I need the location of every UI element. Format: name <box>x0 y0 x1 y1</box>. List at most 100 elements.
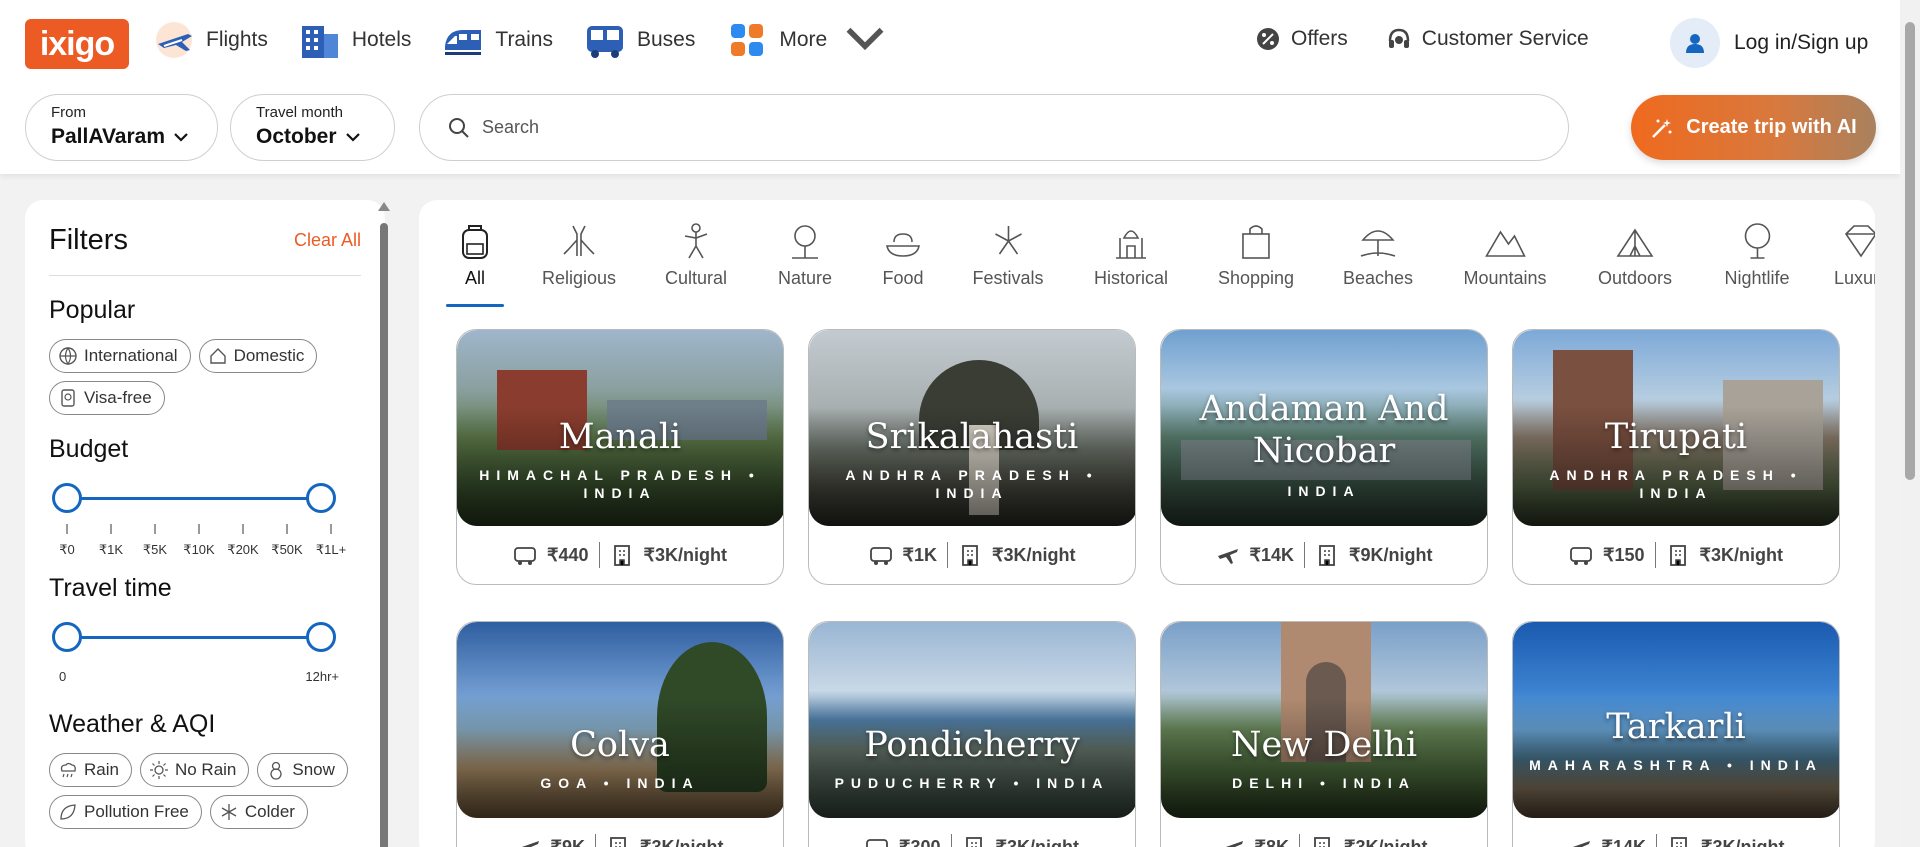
search-input[interactable] <box>482 117 1482 138</box>
from-selector[interactable]: From PallAVaram <box>25 94 218 161</box>
tab-luxury[interactable]: Luxury <box>1834 220 1875 289</box>
snowflake-icon <box>221 804 237 820</box>
travel-price: ₹1K <box>902 544 937 565</box>
tab-food[interactable]: Food <box>882 220 924 289</box>
budget-slider[interactable] <box>49 478 339 518</box>
hotel-icon <box>301 26 338 58</box>
tab-mountains[interactable]: Mountains <box>1463 220 1547 289</box>
travel-time-slider[interactable] <box>49 617 339 657</box>
travel-month-selector[interactable]: Travel month October <box>230 94 395 161</box>
tab-label: All <box>464 268 485 288</box>
train-icon <box>445 30 482 55</box>
chip-visa-free[interactable]: Visa-free <box>49 381 165 415</box>
destination-name: Andaman And Nicobar <box>1199 389 1449 471</box>
stay-price: ₹9K/night <box>1349 544 1433 565</box>
tab-label: Food <box>882 268 924 288</box>
tab-label: Beaches <box>1342 268 1414 288</box>
tab-cultural[interactable]: Cultural <box>665 220 727 289</box>
chevron-down-icon <box>843 18 887 63</box>
offers-icon <box>1257 28 1279 50</box>
hotel-icon <box>613 545 630 566</box>
nav-flights-label: Flights <box>206 28 268 51</box>
create-trip-ai-label: Create trip with AI <box>1686 116 1857 138</box>
ixigo-logo[interactable]: ixigo <box>25 19 129 69</box>
destination-card[interactable]: Andaman And Nicobar INDIA ₹14K ₹9K/night <box>1160 329 1488 585</box>
tab-label: Cultural <box>664 268 728 288</box>
stay-price: ₹3K/night <box>1701 836 1785 847</box>
tab-festivals[interactable]: Festivals <box>972 220 1044 289</box>
login-button[interactable]: Log in/Sign up <box>1670 18 1868 68</box>
chip-label: Rain <box>84 760 119 779</box>
chip-international[interactable]: International <box>49 339 191 373</box>
budget-tick-label: ₹1L+ <box>315 542 347 557</box>
travel-time-max-handle[interactable] <box>306 622 336 652</box>
nav-flights[interactable]: Flights <box>152 20 268 60</box>
destination-card[interactable]: Srikalahasti ANDHRA PRADESH • INDIA ₹1K … <box>808 329 1136 585</box>
budget-track <box>67 497 321 500</box>
food-icon <box>886 233 920 257</box>
nav-more[interactable]: More <box>725 20 887 60</box>
destination-card[interactable]: Tirupati ANDHRA PRADESH • INDIA ₹150 ₹3K… <box>1512 329 1840 585</box>
destination-card[interactable]: Pondicherry PUDUCHERRY • INDIA ₹300 ₹3K/… <box>808 621 1136 847</box>
travel-time-max-label: 12hr+ <box>305 669 339 684</box>
tab-nightlife[interactable]: Nightlife <box>1724 220 1790 289</box>
travel-price: ₹8K <box>1254 836 1289 847</box>
tab-label: Luxury <box>1833 268 1875 288</box>
dancer-icon <box>684 223 708 259</box>
destination-card[interactable]: New Delhi DELHI • INDIA ₹8K ₹3K/night <box>1160 621 1488 847</box>
grid-icon <box>731 24 764 56</box>
chip-rain[interactable]: Rain <box>49 753 132 787</box>
top-header: ixigo Flights Hotels Trains Buses More O… <box>0 0 1900 174</box>
globe-icon <box>59 347 77 366</box>
destination-name: Colva <box>570 725 670 765</box>
tab-shopping[interactable]: Shopping <box>1218 220 1294 289</box>
right-nav: Offers Customer Service <box>1255 26 1627 52</box>
hotel-icon <box>1319 545 1335 566</box>
destination-card[interactable]: Colva GOA • INDIA ₹9K ₹3K/night <box>456 621 784 847</box>
from-value: PallAVaram <box>51 125 166 148</box>
tab-label: Shopping <box>1217 268 1295 288</box>
tab-outdoors[interactable]: Outdoors <box>1598 220 1672 289</box>
passport-icon <box>61 389 75 407</box>
stay-price: ₹3K/night <box>640 836 724 847</box>
destination-region: DELHI • INDIA <box>1232 775 1416 791</box>
customer-service-link[interactable]: Customer Service <box>1386 26 1589 52</box>
search-bar[interactable] <box>419 94 1569 161</box>
destination-card[interactable]: Tarkarli MAHARASHTRA • INDIA ₹14K ₹3K/ni… <box>1512 621 1840 847</box>
budget-min-handle[interactable] <box>52 483 82 513</box>
from-label: From <box>51 104 86 121</box>
nav-hotels[interactable]: Hotels <box>298 20 412 60</box>
travel-time-heading: Travel time <box>49 574 172 602</box>
chip-colder[interactable]: Colder <box>209 795 308 829</box>
hotel-icon <box>1314 837 1330 847</box>
chevron-down-icon <box>345 133 360 142</box>
tab-religious[interactable]: Religious <box>542 220 616 289</box>
chip-domestic[interactable]: Domestic <box>198 339 318 373</box>
nav-hotels-label: Hotels <box>351 28 412 51</box>
headset-icon <box>1388 28 1410 48</box>
chip-pollution-free[interactable]: Pollution Free <box>49 795 202 829</box>
offers-link[interactable]: Offers <box>1255 26 1348 52</box>
weather-heading: Weather & AQI <box>49 710 216 738</box>
create-trip-ai-button[interactable]: Create trip with AI <box>1631 95 1876 160</box>
tab-nature[interactable]: Nature <box>778 220 832 289</box>
chip-snow[interactable]: Snow <box>257 753 348 787</box>
tab-historical[interactable]: Historical <box>1094 220 1168 289</box>
page-scrollbar[interactable] <box>1900 0 1920 847</box>
offers-label: Offers <box>1291 27 1348 50</box>
nav-buses[interactable]: Buses <box>583 20 695 60</box>
tab-all[interactable]: All <box>446 220 504 307</box>
destination-card[interactable]: Manali HIMACHAL PRADESH • INDIA ₹440 ₹3K… <box>456 329 784 585</box>
nav-more-label: More <box>779 28 828 51</box>
travel-time-min-handle[interactable] <box>52 622 82 652</box>
travel-price: ₹14K <box>1249 544 1295 565</box>
sun-icon <box>149 761 168 779</box>
hotel-icon <box>610 837 626 847</box>
tab-beaches[interactable]: Beaches <box>1343 220 1413 289</box>
flight-icon <box>521 841 539 847</box>
budget-max-handle[interactable] <box>306 483 336 513</box>
clear-all-link[interactable]: Clear All <box>294 230 361 251</box>
filters-scrollbar[interactable] <box>380 205 388 847</box>
nav-trains[interactable]: Trains <box>441 20 553 60</box>
chip-no-rain[interactable]: No Rain <box>139 753 250 787</box>
